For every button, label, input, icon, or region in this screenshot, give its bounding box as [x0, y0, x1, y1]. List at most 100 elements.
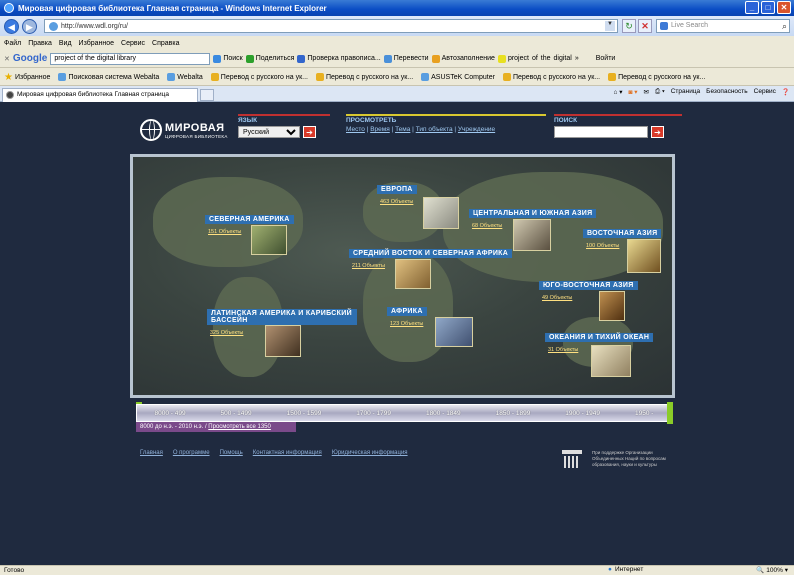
region-thumbnail[interactable] [627, 239, 661, 273]
google-signin-button[interactable]: Войти [596, 55, 616, 62]
fav-item[interactable]: Перевод с русского на ук... [315, 73, 413, 81]
tab-current[interactable]: Мировая цифровая библиотека Главная стра… [2, 88, 198, 102]
address-dropdown-icon[interactable]: ▼ [605, 21, 615, 31]
new-tab-button[interactable] [200, 89, 214, 101]
minimize-button[interactable]: _ [745, 1, 759, 14]
highlight-digital[interactable]: digital [554, 55, 572, 62]
timeline-range[interactable]: 1500 - 1599 [287, 410, 322, 417]
fav-item[interactable]: ASUSTeK Computer [421, 73, 495, 81]
stop-button[interactable]: ✕ [638, 19, 652, 33]
region-title[interactable]: ЕВРОПА [377, 185, 417, 194]
footer-legal-link[interactable]: Юридическая информация [332, 450, 408, 456]
mail-icon[interactable]: ✉ [644, 88, 649, 96]
google-share-button[interactable]: Поделиться [245, 54, 294, 63]
region-count-link[interactable]: 211 Объекты [352, 263, 512, 269]
region-title[interactable]: ЦЕНТРАЛЬНАЯ И ЮЖНАЯ АЗИЯ [469, 209, 597, 218]
region-thumbnail[interactable] [395, 259, 431, 289]
more-chevron-icon[interactable]: » [575, 55, 579, 62]
close-button[interactable]: ✕ [777, 1, 791, 14]
view-all-link[interactable]: Просмотреть все 1350 [208, 424, 271, 430]
safety-menu[interactable]: Безопасность [706, 88, 747, 96]
timeline-right-handle[interactable] [667, 402, 673, 424]
footer-about-link[interactable]: О программе [173, 450, 210, 456]
language-select[interactable]: Русский [238, 126, 300, 138]
highlight-project[interactable]: project [497, 54, 529, 63]
page-content: МИРОВАЯ ЦИФРОВАЯ БИБЛИОТЕКА ЯЗЫК Русский… [0, 102, 794, 565]
region-thumbnail[interactable] [591, 345, 631, 377]
fav-item[interactable]: Перевод с русского на ук... [502, 73, 600, 81]
google-spellcheck-button[interactable]: Проверка правописа... [297, 54, 381, 63]
region-thumbnail[interactable] [265, 325, 301, 357]
region-thumbnail[interactable] [513, 219, 551, 251]
site-logo[interactable]: МИРОВАЯ ЦИФРОВАЯ БИБЛИОТЕКА [140, 112, 230, 148]
google-search-button[interactable]: Поиск [213, 54, 243, 63]
fav-item[interactable]: Перевод с русского на ук... [608, 73, 705, 81]
forward-button[interactable]: ▶ [22, 18, 37, 34]
menu-tools[interactable]: Сервис [121, 40, 145, 47]
menu-file[interactable]: Файл [4, 40, 21, 47]
print-icon[interactable]: ⎙ ▾ [655, 88, 665, 96]
google-translate-button[interactable]: Перевести [383, 54, 429, 63]
region-title[interactable]: СРЕДНИЙ ВОСТОК И СЕВЕРНАЯ АФРИКА [349, 249, 513, 258]
region-title[interactable]: ЛАТИНСКАЯ АМЕРИКА И КАРИБСКИЙ БАССЕЙН [207, 309, 357, 325]
tools-menu[interactable]: Сервис [754, 88, 776, 96]
back-button[interactable]: ◀ [4, 18, 19, 34]
browse-topic-link[interactable]: Тема [395, 126, 410, 133]
menu-edit[interactable]: Правка [28, 40, 52, 47]
timeline-range[interactable]: 1900 - 1949 [565, 410, 600, 417]
timeline-range[interactable]: 1800 - 1849 [426, 410, 461, 417]
browse-institution-link[interactable]: Учреждение [458, 126, 495, 133]
browse-time-link[interactable]: Время [370, 126, 390, 133]
browse-type-link[interactable]: Тип объекта [416, 126, 453, 133]
region-count-link[interactable]: 463 Объекты [380, 199, 417, 205]
region-title[interactable]: ОКЕАНИЯ И ТИХИЙ ОКЕАН [545, 333, 654, 342]
footer-home-link[interactable]: Главная [140, 450, 163, 456]
region-title[interactable]: ВОСТОЧНАЯ АЗИЯ [583, 229, 662, 238]
maximize-button[interactable]: □ [761, 1, 775, 14]
zoom-control[interactable]: 🔍 100% ▾ [756, 566, 788, 574]
timeline-range[interactable]: 500 - 1499 [221, 410, 252, 417]
region-africa[interactable]: АФРИКА 123 Объекты [387, 307, 427, 327]
timeline-range[interactable]: 1950 - [635, 410, 653, 417]
close-toolbar-icon[interactable]: ✕ [4, 55, 10, 63]
footer-contact-link[interactable]: Контактная информация [253, 450, 322, 456]
fav-item[interactable]: Webalta [167, 73, 203, 81]
region-title[interactable]: АФРИКА [387, 307, 427, 316]
menu-help[interactable]: Справка [152, 40, 179, 47]
menu-favorites[interactable]: Избранное [79, 40, 114, 47]
fav-item[interactable]: Перевод с русского на ук... [210, 73, 308, 81]
page-menu[interactable]: Страница [671, 88, 700, 96]
search-icon[interactable]: ⌕ [782, 20, 787, 32]
feeds-icon[interactable]: ◙ ▾ [629, 88, 638, 96]
region-thumbnail[interactable] [251, 225, 287, 255]
region-title[interactable]: ЮГО-ВОСТОЧНАЯ АЗИЯ [539, 281, 638, 290]
region-europe[interactable]: ЕВРОПА 463 Объекты [377, 185, 417, 205]
region-count-link[interactable]: 123 Объекты [390, 321, 427, 327]
timeline-range[interactable]: 8000 - 499 [154, 410, 185, 417]
highlight-of[interactable]: of [532, 55, 538, 62]
language-go-button[interactable]: ➔ [303, 126, 316, 138]
region-thumbnail[interactable] [423, 197, 459, 229]
region-thumbnail[interactable] [435, 317, 473, 347]
highlight-the[interactable]: the [541, 55, 551, 62]
site-search-input[interactable] [554, 126, 648, 138]
unesco-credit[interactable]: При поддержке Организации Объединенных Н… [562, 446, 692, 472]
google-autofill-button[interactable]: Автозаполнение [431, 54, 495, 63]
timeline-range[interactable]: 1700 - 1799 [356, 410, 391, 417]
live-search-input[interactable]: Live Search ⌕ [656, 19, 790, 33]
fav-item[interactable]: Поисковая система Webalta [58, 73, 159, 81]
refresh-button[interactable]: ↻ [622, 19, 636, 33]
tab-favicon [6, 91, 14, 99]
address-bar[interactable]: http://www.wdl.org/ru/ ▼ [44, 19, 618, 33]
favorites-button[interactable]: ★ Избранное [4, 72, 50, 83]
region-thumbnail[interactable] [599, 291, 625, 321]
google-search-input[interactable]: project of the digital library [50, 52, 211, 65]
region-title[interactable]: СЕВЕРНАЯ АМЕРИКА [205, 215, 294, 224]
site-search-button[interactable]: ➔ [651, 126, 664, 138]
browse-place-link[interactable]: Место [346, 126, 365, 133]
home-icon[interactable]: ⌂ ▾ [614, 88, 623, 96]
help-icon[interactable]: ❓ [782, 88, 790, 96]
timeline-range[interactable]: 1850 - 1899 [496, 410, 531, 417]
menu-view[interactable]: Вид [59, 40, 72, 47]
footer-help-link[interactable]: Помощь [220, 450, 243, 456]
